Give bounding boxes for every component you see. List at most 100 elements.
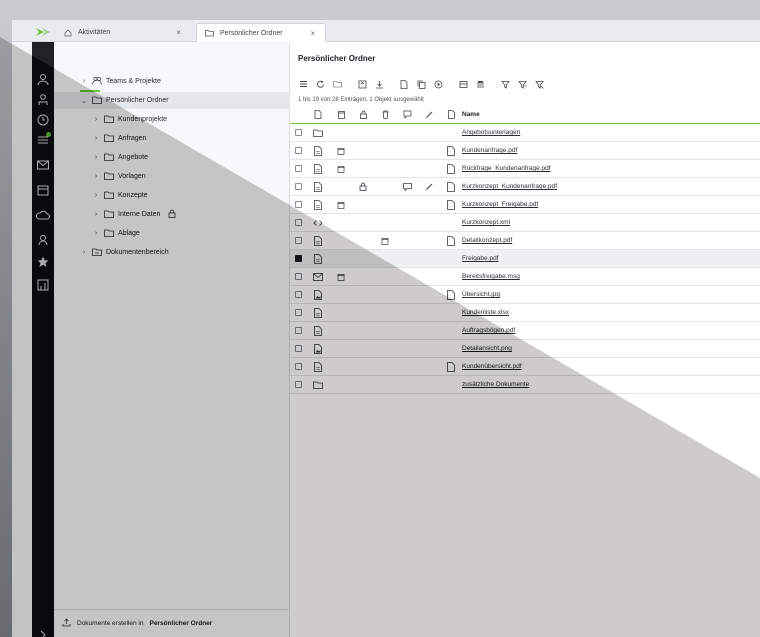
tree-item[interactable]: › Angebote — [54, 149, 290, 166]
row-checkbox[interactable] — [294, 273, 302, 280]
archive-icon[interactable] — [456, 77, 470, 91]
copy-icon[interactable] — [414, 77, 428, 91]
row-checkbox[interactable] — [294, 201, 302, 208]
chevron-right-icon[interactable]: › — [92, 230, 100, 237]
file-name[interactable]: Kundenübersicht.pdf — [462, 357, 760, 376]
table-row[interactable]: Detailkonzept.pdf — [290, 231, 760, 250]
expand-rail-icon[interactable] — [35, 627, 51, 637]
upload-file-icon[interactable] — [355, 77, 369, 91]
close-icon[interactable]: × — [176, 28, 181, 37]
edit-icon[interactable] — [418, 178, 440, 195]
preview-icon[interactable] — [440, 142, 462, 159]
file-name[interactable]: Kundenanfrage.pdf — [462, 141, 760, 160]
stack-icon[interactable] — [473, 77, 487, 91]
reports-icon[interactable] — [35, 277, 51, 293]
star-icon[interactable] — [35, 254, 51, 270]
tab-activities[interactable]: Aktivitäten × — [56, 23, 189, 42]
filter-clear-icon[interactable] — [532, 77, 546, 91]
chevron-right-icon[interactable]: › — [80, 78, 88, 85]
preview-icon[interactable] — [440, 160, 462, 177]
chevron-right-icon[interactable]: › — [92, 192, 100, 199]
tree-item[interactable]: › Ablage — [54, 225, 290, 242]
table-row[interactable]: Detailansicht.png — [290, 339, 760, 358]
select-all-header[interactable] — [290, 106, 306, 124]
file-name[interactable]: Auftragsbögen.pdf — [462, 321, 760, 340]
table-row[interactable]: Freigabe.pdf — [290, 249, 760, 268]
recycle-icon[interactable] — [374, 232, 396, 249]
file-name[interactable]: Rückfrage_Kundenanfrage.pdf — [462, 159, 760, 178]
table-row[interactable]: zusätzliche Dokumente — [290, 375, 760, 394]
download-icon[interactable] — [372, 77, 386, 91]
file-name[interactable]: Detailkonzept.pdf — [462, 231, 760, 250]
trash-header-icon[interactable] — [374, 106, 396, 123]
row-checkbox[interactable] — [294, 165, 302, 172]
tree-item[interactable]: › Anfragen — [54, 130, 290, 147]
calendar-icon[interactable] — [35, 182, 51, 198]
file-type-sort-icon[interactable] — [306, 106, 330, 123]
table-row[interactable]: Angebotsunterlagen — [290, 123, 760, 142]
row-checkbox[interactable] — [294, 237, 302, 244]
preview-icon[interactable] — [440, 178, 462, 195]
row-checkbox[interactable] — [294, 291, 302, 298]
recycle-header-icon[interactable] — [330, 106, 352, 123]
person-icon[interactable] — [35, 92, 51, 108]
row-checkbox[interactable] — [294, 309, 302, 316]
row-checkbox[interactable] — [294, 327, 302, 334]
table-row[interactable]: Kurzkonzept.xml — [290, 213, 760, 232]
tree-item[interactable]: › Interne Daten — [54, 206, 290, 223]
close-icon[interactable]: × — [311, 29, 316, 38]
chevron-right-icon[interactable]: › — [92, 116, 100, 123]
preview-icon[interactable] — [440, 196, 462, 213]
edit-header-icon[interactable] — [418, 106, 440, 123]
menu-icon[interactable] — [296, 77, 310, 91]
preview-icon[interactable] — [440, 286, 462, 303]
tree-item[interactable]: › Konzepte — [54, 187, 290, 204]
tree-item[interactable]: ⌄ Persönlicher Ordner — [54, 92, 290, 109]
table-row[interactable]: Rückfrage_Kundenanfrage.pdf — [290, 159, 760, 178]
file-name[interactable]: zusätzliche Dokumente — [462, 375, 760, 394]
comment-header-icon[interactable] — [396, 106, 418, 123]
recycle-icon[interactable] — [330, 196, 352, 213]
chevron-right-icon[interactable]: › — [92, 173, 100, 180]
recycle-icon[interactable] — [330, 160, 352, 177]
chevron-right-icon[interactable]: › — [92, 211, 100, 218]
preview-header-icon[interactable] — [440, 106, 462, 123]
file-name[interactable]: Kurzkonzept_Freigabe.pdf — [462, 195, 760, 214]
file-name[interactable]: Übersicht.jpg — [462, 285, 760, 304]
recycle-icon[interactable] — [330, 268, 352, 285]
row-checkbox[interactable] — [294, 345, 302, 352]
new-folder-icon[interactable] — [330, 77, 344, 91]
mail-icon[interactable] — [35, 157, 51, 173]
preview-icon[interactable] — [440, 358, 462, 375]
preview-icon[interactable] — [440, 232, 462, 249]
lock-header-icon[interactable] — [352, 106, 374, 123]
cloud-icon[interactable] — [35, 207, 51, 223]
tree-item[interactable]: › Vorlagen — [54, 168, 290, 185]
tree-item[interactable]: › Kundenprojekte — [54, 111, 290, 128]
table-row[interactable]: Kundenliste.xlsx — [290, 303, 760, 322]
row-checkbox[interactable] — [294, 129, 302, 136]
tab-personal-folder[interactable]: Persönlicher Ordner × — [196, 23, 326, 42]
file-name[interactable]: Kurzkonzept.xml — [462, 213, 760, 232]
row-checkbox[interactable] — [294, 363, 302, 370]
comment-icon[interactable] — [396, 178, 418, 195]
tree-item[interactable]: › Dokumentenbereich — [54, 244, 290, 261]
file-name[interactable]: Kurzkonzept_Kundenanfrage.pdf — [462, 177, 760, 196]
share-icon[interactable] — [431, 77, 445, 91]
table-row[interactable]: Kurzkonzept_Kundenanfrage.pdf — [290, 177, 760, 196]
create-documents-bar[interactable]: Dokumente erstellen in Persönlicher Ordn… — [54, 609, 290, 637]
tree-item[interactable]: › Teams & Projekte — [54, 73, 290, 90]
file-name[interactable]: Detailansicht.png — [462, 339, 760, 358]
row-checkbox[interactable] — [294, 381, 302, 388]
table-row[interactable]: Kurzkonzept_Freigabe.pdf — [290, 195, 760, 214]
table-row[interactable]: Übersicht.jpg — [290, 285, 760, 304]
lock-icon[interactable] — [352, 178, 374, 195]
refresh-icon[interactable] — [313, 77, 327, 91]
row-checkbox[interactable] — [294, 219, 302, 226]
recycle-icon[interactable] — [330, 142, 352, 159]
file-name[interactable]: Angebotsunterlagen — [462, 123, 760, 142]
users-icon[interactable] — [35, 72, 51, 88]
document-icon[interactable] — [397, 77, 411, 91]
tasks-icon[interactable] — [35, 132, 51, 148]
row-checkbox[interactable] — [294, 183, 302, 190]
